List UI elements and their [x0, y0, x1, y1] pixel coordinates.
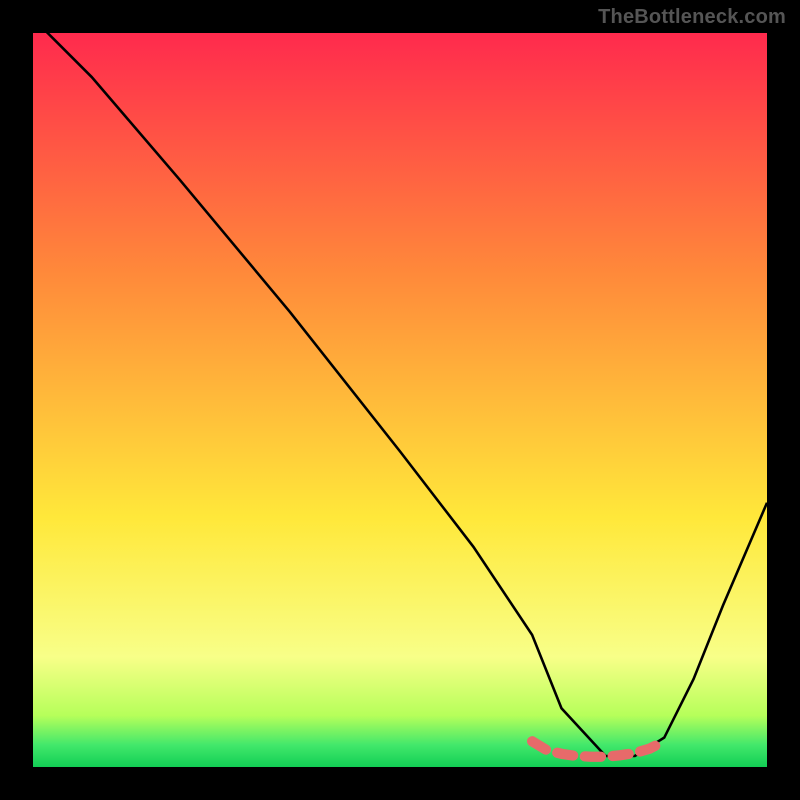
curve-layer [33, 33, 767, 767]
chart-stage: TheBottleneck.com [0, 0, 800, 800]
watermark-text: TheBottleneck.com [598, 6, 786, 29]
plot-area [33, 33, 767, 767]
bottleneck-curve-path [33, 33, 767, 756]
